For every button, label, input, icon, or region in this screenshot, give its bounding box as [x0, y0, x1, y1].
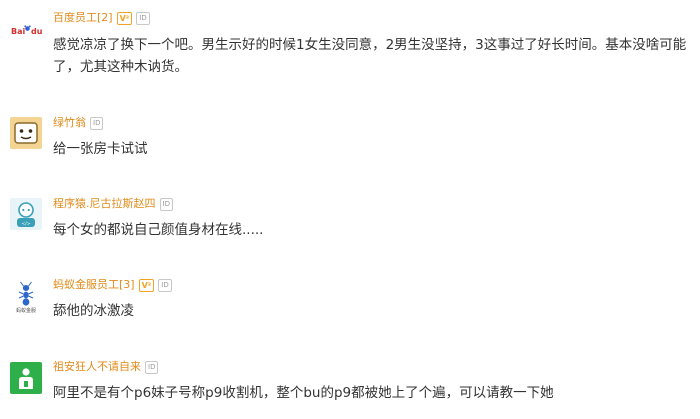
svg-text:</>: </> [21, 221, 30, 227]
id-badge[interactable]: ID [159, 197, 173, 211]
author-name[interactable]: 程序猿.尼古拉斯赵四 [53, 196, 156, 212]
svg-text:du: du [31, 27, 42, 36]
svg-text:Bai: Bai [11, 27, 25, 36]
baidu-logo-icon[interactable]: Bai du [10, 12, 43, 44]
id-badge[interactable]: ID [136, 11, 150, 25]
verified-badge: V² [116, 11, 133, 25]
id-badge[interactable]: ID [90, 116, 104, 130]
comment-page: { "badges": { "v": "V\u00b2", "id": "ID"… [0, 0, 700, 419]
id-badge[interactable]: ID [145, 360, 159, 374]
face-cartoon-icon[interactable] [10, 117, 42, 149]
programmer-avatar-icon[interactable]: </> [10, 198, 42, 230]
green-person-icon[interactable] [10, 362, 42, 394]
author-name[interactable]: 蚂蚁金服员工[3] [53, 277, 135, 293]
comment-text: 给一张房卡试试 [53, 141, 148, 157]
svg-text:蚂蚁金服: 蚂蚁金服 [16, 307, 36, 314]
comment-text: 舔他的冰激凌 [53, 303, 134, 319]
author-name[interactable]: 祖安狂人不请自来 [53, 359, 141, 375]
comment-text: 每个女的都说自己颜值身材在线..... [53, 222, 264, 238]
comment-text: 阿里不是有个p6妹子号称p9收割机，整个bu的p9都被她上了个遍，可以请教一下她 [53, 385, 554, 401]
verified-badge: V² [138, 278, 155, 292]
comment-text: 感觉凉凉了换下一个吧。男生示好的时候1女生没同意，2男生没坚持，3这事过了好长时… [53, 37, 687, 75]
id-badge[interactable]: ID [158, 278, 172, 292]
ant-financial-logo-icon[interactable]: 蚂蚁金服 [10, 280, 42, 314]
author-name[interactable]: 绿竹翁 [53, 115, 86, 131]
author-name[interactable]: 百度员工[2] [53, 10, 113, 26]
